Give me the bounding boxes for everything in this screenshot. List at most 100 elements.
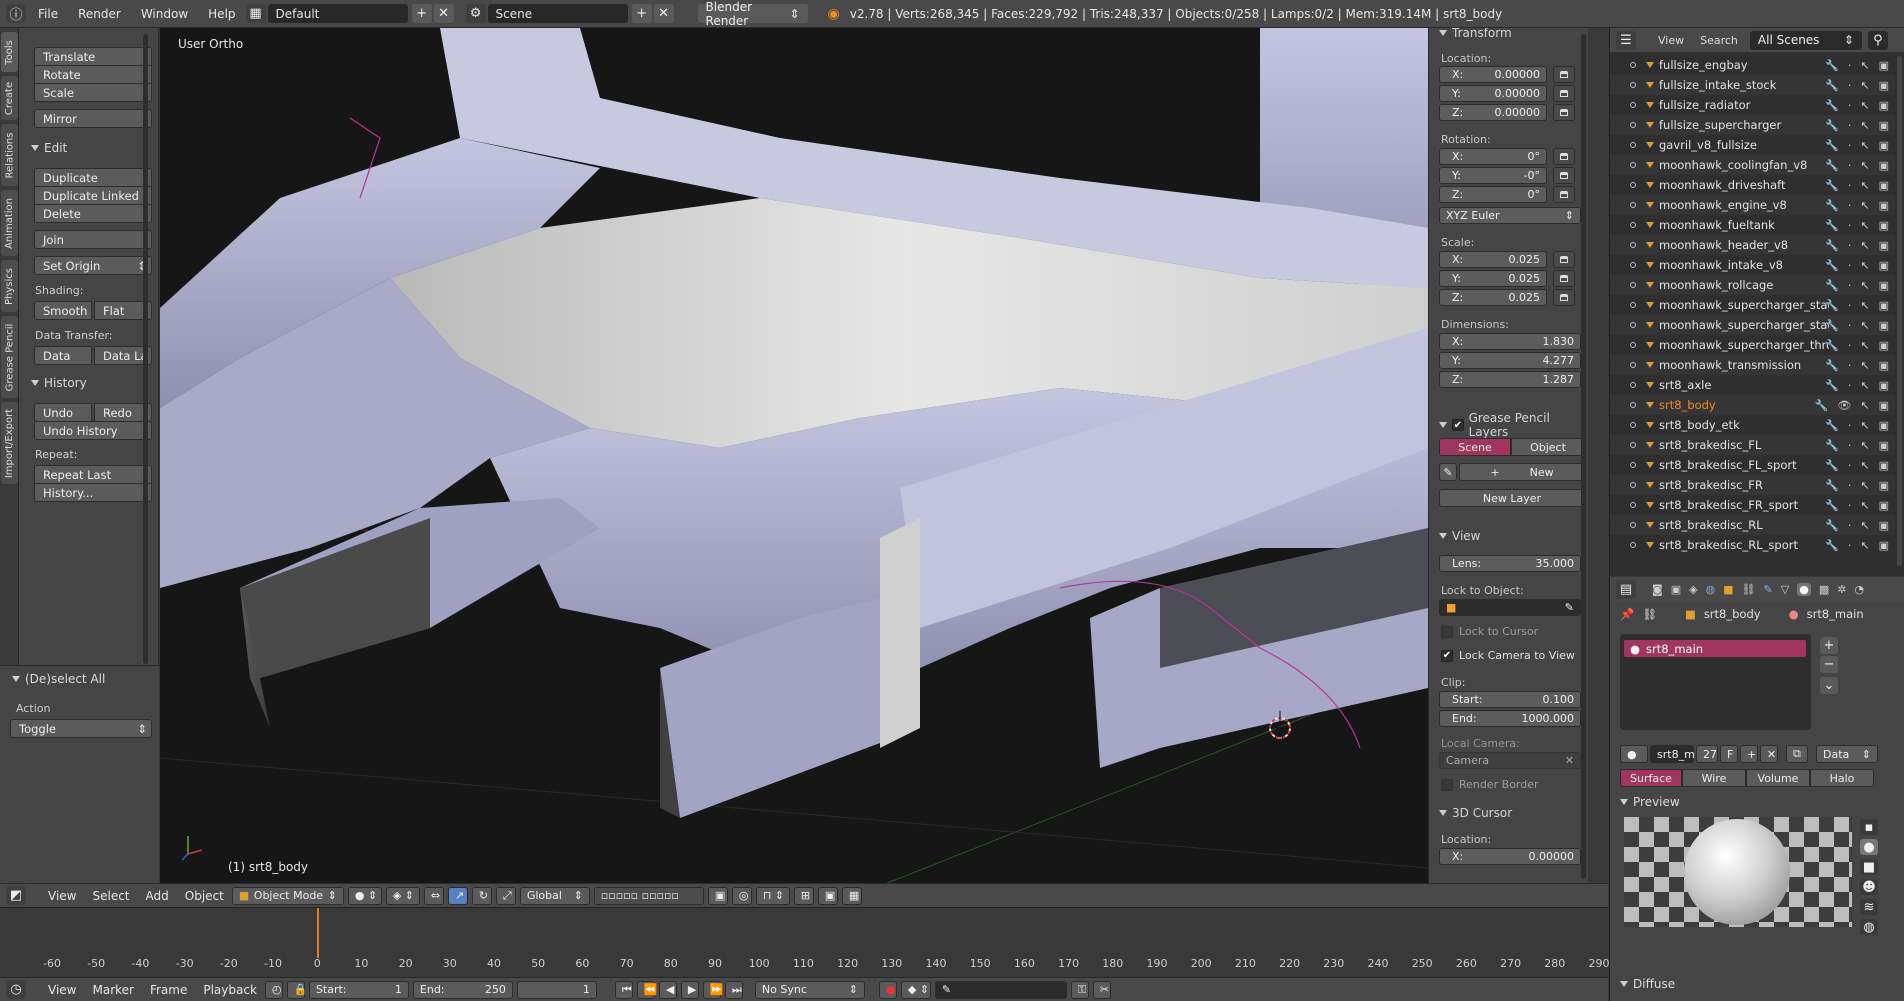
world-tab-icon[interactable]: ◍ [1706, 583, 1716, 596]
expand-toggle-icon[interactable] [1630, 442, 1636, 448]
outliner-row[interactable]: fullsize_supercharger 🔧 · ↖ ▣ [1610, 115, 1895, 135]
fake-user-button[interactable]: F [1720, 745, 1738, 763]
select-arrow-icon[interactable]: ↖ [1860, 259, 1869, 272]
3d-viewport[interactable]: User Ortho (1) srt8_body [160, 28, 1428, 886]
modifier-wrench-icon[interactable]: 🔧 [1825, 99, 1839, 112]
outliner-item-name[interactable]: moonhawk_transmission [1659, 358, 1829, 372]
visibility-eye-icon[interactable]: · [1848, 459, 1852, 472]
preview-hair-icon[interactable]: ≋ [1860, 899, 1878, 915]
expand-toggle-icon[interactable] [1630, 162, 1636, 168]
outliner-view-menu[interactable]: View [1650, 34, 1692, 47]
modifiers-tab-icon[interactable]: ✎ [1764, 583, 1773, 596]
translate-button[interactable]: Translate [34, 47, 152, 66]
outliner-item-name[interactable]: srt8_brakedisc_FL_sport [1659, 458, 1829, 472]
render-camera-icon[interactable]: ▣ [1879, 279, 1889, 292]
outliner-item-name[interactable]: srt8_axle [1659, 378, 1829, 392]
timeline[interactable]: -60 -50 -40 -30 -20 -10 0 10 20 30 40 50 60 70 80 90 100… [0, 907, 1610, 977]
select-arrow-icon[interactable]: ↖ [1860, 519, 1869, 532]
join-button[interactable]: Join [34, 230, 152, 249]
visibility-eye-icon[interactable]: · [1848, 99, 1852, 112]
lock-icon[interactable] [1553, 186, 1575, 203]
cursor-x-field[interactable]: X: 0.00000 [1439, 848, 1581, 865]
render-camera-icon[interactable]: ▣ [1879, 539, 1889, 552]
timeline-view-menu[interactable]: View [40, 983, 84, 997]
outliner-item-name[interactable]: srt8_body [1659, 398, 1829, 412]
visibility-eye-icon[interactable]: · [1848, 499, 1852, 512]
add-layout-button[interactable]: + [411, 4, 432, 23]
diffuse-panel-header[interactable]: Diffuse [1620, 977, 1675, 991]
data-transfer-button[interactable]: Data [34, 346, 92, 365]
select-arrow-icon[interactable]: ↖ [1860, 319, 1869, 332]
checkbox-icon[interactable]: ✔ [1452, 419, 1464, 431]
outliner-row[interactable]: fullsize_intake_stock 🔧 · ↖ ▣ [1610, 75, 1895, 95]
visibility-eye-icon[interactable]: · [1848, 539, 1852, 552]
texture-tab-icon[interactable]: ▩ [1819, 583, 1829, 596]
expand-toggle-icon[interactable] [1630, 122, 1636, 128]
tab-wire[interactable]: Wire [1682, 769, 1746, 787]
lock-icon[interactable] [1553, 85, 1575, 102]
modifier-wrench-icon[interactable]: 🔧 [1825, 359, 1839, 372]
view-menu[interactable]: View [40, 889, 84, 903]
expand-toggle-icon[interactable] [1630, 62, 1636, 68]
outliner-item-name[interactable]: moonhawk_driveshaft [1659, 178, 1829, 192]
modifier-wrench-icon[interactable]: 🔧 [1825, 179, 1839, 192]
render-camera-icon[interactable]: ▣ [1879, 299, 1889, 312]
visibility-eye-icon[interactable]: · [1848, 219, 1852, 232]
menu-window[interactable]: Window [131, 7, 198, 21]
visibility-eye-icon[interactable]: · [1848, 519, 1852, 532]
grease-pencil-layers-header[interactable]: ✔ Grease Pencil Layers [1439, 411, 1588, 439]
constraints-tab-icon[interactable]: ⛓ [1742, 583, 1756, 596]
outliner-item-name[interactable]: srt8_brakedisc_FR_sport [1659, 498, 1829, 512]
remove-scene-button[interactable]: ✕ [653, 4, 674, 23]
location-z-field[interactable]: Z: 0.00000 [1439, 104, 1547, 121]
npanel-scrollbar[interactable] [1581, 34, 1586, 879]
outliner-scrollbar[interactable] [1897, 56, 1902, 566]
editor-type-info-icon[interactable]: ⓘ [6, 4, 26, 23]
orientation-select[interactable]: Global ⇕ [519, 886, 590, 905]
duplicate-linked-button[interactable]: Duplicate Linked [34, 186, 152, 205]
outliner-row[interactable]: moonhawk_engine_v8 🔧 · ↖ ▣ [1610, 195, 1895, 215]
scene-icon[interactable]: ⚙ [465, 4, 486, 23]
select-menu[interactable]: Select [84, 889, 137, 903]
select-arrow-icon[interactable]: ↖ [1860, 399, 1869, 412]
visibility-eye-icon[interactable]: · [1848, 439, 1852, 452]
modifier-wrench-icon[interactable]: 🔧 [1825, 139, 1839, 152]
copy-icon[interactable]: ⧉ [1786, 745, 1808, 763]
visibility-eye-icon[interactable]: · [1848, 359, 1852, 372]
remove-layout-button[interactable]: ✕ [433, 4, 454, 23]
gp-pencil-icon[interactable]: ✎ [1439, 463, 1457, 481]
preview-monkey-icon[interactable]: ☻ [1860, 879, 1878, 895]
pin-icon[interactable]: 📌 [1620, 607, 1634, 621]
new-material-button[interactable]: + [1740, 745, 1758, 763]
material-users-count[interactable]: 27 [1696, 745, 1718, 763]
smooth-button[interactable]: Smooth [34, 301, 92, 320]
snap-toggle-icon[interactable]: ⊓ ⇕ [755, 886, 790, 905]
lock-icon[interactable] [1553, 289, 1575, 306]
outliner-item-name[interactable]: moonhawk_header_v8 [1659, 238, 1829, 252]
add-slot-button[interactable]: + [1820, 637, 1838, 654]
lock-icon[interactable] [1553, 270, 1575, 287]
render-camera-icon[interactable]: ▣ [1879, 239, 1889, 252]
location-y-field[interactable]: Y: 0.00000 [1439, 85, 1547, 102]
editor-type-3d-view-icon[interactable]: ◩ [6, 886, 26, 905]
select-arrow-icon[interactable]: ↖ [1860, 119, 1869, 132]
select-arrow-icon[interactable]: ↖ [1860, 379, 1869, 392]
editor-type-properties-icon[interactable]: ▤ [1616, 579, 1636, 599]
object-menu[interactable]: Object [177, 889, 232, 903]
outliner-row[interactable]: moonhawk_driveshaft 🔧 · ↖ ▣ [1610, 175, 1895, 195]
preview-sphere-icon[interactable]: ● [1860, 839, 1878, 855]
outliner-row[interactable]: moonhawk_intake_v8 🔧 · ↖ ▣ [1610, 255, 1895, 275]
modifier-wrench-icon[interactable]: 🔧 [1825, 539, 1839, 552]
clip-start-field[interactable]: Start: 0.100 [1439, 691, 1581, 708]
modifier-wrench-icon[interactable]: 🔧 [1825, 199, 1839, 212]
jump-start-button[interactable]: ⏮ [614, 980, 633, 999]
visibility-eye-icon[interactable]: · [1848, 159, 1852, 172]
outliner-row[interactable]: moonhawk_supercharger_stage 🔧 · ↖ ▣ [1610, 315, 1895, 335]
dimension-z-field[interactable]: Z: 1.287 [1439, 371, 1581, 388]
outliner-row[interactable]: fullsize_engbay 🔧 · ↖ ▣ [1610, 55, 1895, 75]
select-arrow-icon[interactable]: ↖ [1860, 79, 1869, 92]
expand-toggle-icon[interactable] [1630, 142, 1636, 148]
modifier-wrench-icon[interactable]: 🔧 [1825, 59, 1839, 72]
rotation-mode-select[interactable]: XYZ Euler ⇕ [1439, 207, 1581, 224]
modifier-wrench-icon[interactable]: 🔧 [1825, 519, 1839, 532]
